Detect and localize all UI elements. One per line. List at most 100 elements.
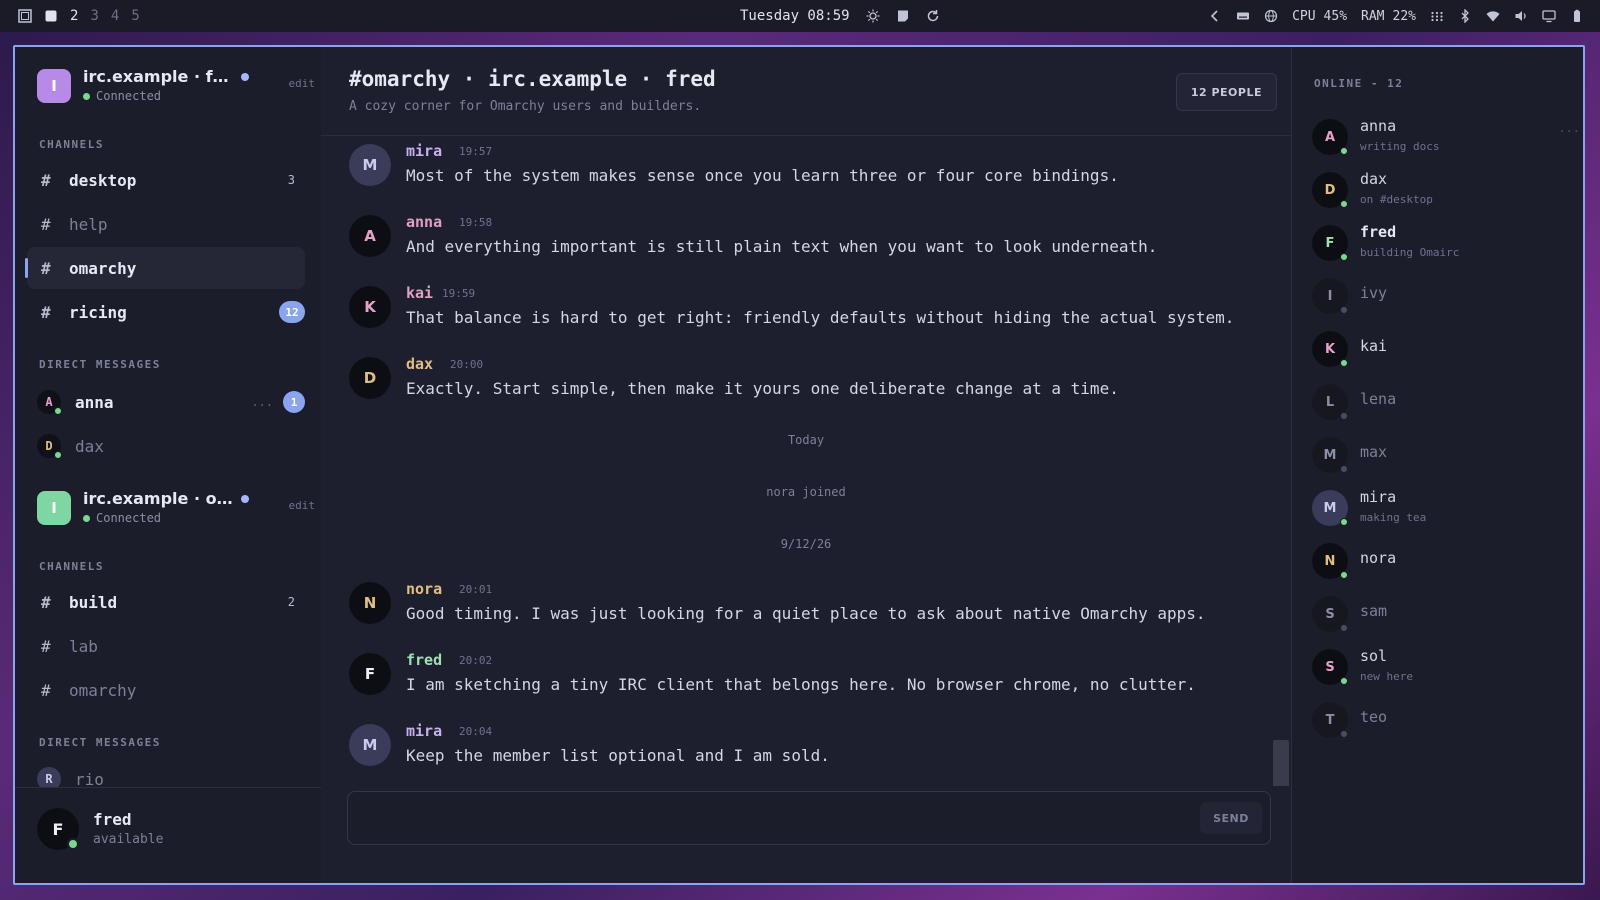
message-author[interactable]: dax (406, 355, 433, 373)
workspace-4[interactable]: 4 (111, 8, 119, 24)
server-name: irc.example · f… (83, 67, 229, 86)
workspace-2[interactable]: 2 (70, 8, 78, 24)
day-divider: Today (787, 433, 825, 447)
avatar[interactable]: M (349, 724, 391, 766)
avatar: M (1312, 490, 1348, 526)
avatar[interactable]: F (349, 653, 391, 695)
channel-ricing[interactable]: # ricing 12 (27, 291, 305, 333)
avatar: A (1312, 119, 1348, 155)
member-dax[interactable]: D dax on #desktop (1312, 168, 1562, 212)
bluetooth-icon[interactable] (1458, 9, 1472, 23)
server-unread-dot (241, 495, 249, 503)
message-author[interactable]: nora (406, 580, 442, 598)
wifi-icon[interactable] (1486, 9, 1500, 23)
member-kai[interactable]: K kai (1312, 327, 1562, 371)
current-user-name: fred (93, 810, 132, 829)
member-anna[interactable]: A anna writing docs ... (1312, 115, 1580, 159)
dm-name: dax (75, 436, 104, 456)
channel-name: omarchy (69, 258, 137, 278)
message-input[interactable] (362, 802, 1186, 834)
member-nora[interactable]: N nora (1312, 539, 1562, 583)
member-sam[interactable]: S sam (1312, 592, 1562, 636)
battery-icon[interactable] (1570, 9, 1584, 23)
avatar[interactable]: N (349, 582, 391, 624)
notes-icon[interactable] (896, 9, 910, 23)
message-author[interactable]: anna (406, 213, 442, 231)
app-menu-icon[interactable] (18, 9, 32, 23)
member-lena[interactable]: L lena (1312, 380, 1562, 424)
workspace-1-icon[interactable] (44, 9, 58, 23)
avatar[interactable]: M (349, 144, 391, 186)
channel-build[interactable]: # build 2 (27, 581, 305, 623)
server-sidebar: I irc.example · f… Connected edit CHANNE… (15, 47, 322, 883)
chevron-left-icon[interactable] (1208, 9, 1222, 23)
message-text: Most of the system makes sense once you … (406, 166, 1119, 185)
channel-desktop[interactable]: # desktop 3 (27, 159, 305, 201)
message-list[interactable]: M mira 19:57 Most of the system makes se… (321, 136, 1291, 786)
message-text: Exactly. Start simple, then make it your… (406, 379, 1119, 398)
scrollbar-thumb[interactable] (1273, 740, 1289, 786)
member-fred[interactable]: F fred building Omairc (1312, 221, 1562, 265)
avatar: S (1312, 596, 1348, 632)
volume-icon[interactable] (1514, 9, 1528, 23)
member-mira[interactable]: M mira making tea (1312, 486, 1562, 530)
clock[interactable]: Tuesday 08:59 (740, 8, 850, 24)
avatar[interactable]: K (349, 286, 391, 328)
keyboard-icon[interactable] (1236, 9, 1250, 23)
message-text: And everything important is still plain … (406, 237, 1158, 256)
dm-anna[interactable]: A anna ... 1 (37, 386, 305, 418)
more-icon[interactable]: ... (1558, 121, 1580, 135)
hash-icon: # (41, 258, 51, 278)
hash-icon: # (41, 170, 51, 190)
send-button[interactable]: SEND (1200, 802, 1262, 834)
workspace-3[interactable]: 3 (90, 8, 98, 24)
member-activity: on #desktop (1360, 193, 1433, 206)
brightness-icon[interactable] (866, 9, 880, 23)
member-max[interactable]: M max (1312, 433, 1562, 477)
channel-lab[interactable]: # lab (27, 625, 305, 667)
message-author[interactable]: fred (406, 651, 442, 669)
channel-topic: A cozy corner for Omarchy users and buil… (349, 99, 702, 114)
apps-grid-icon[interactable] (1430, 9, 1444, 23)
people-button[interactable]: 12 PEOPLE (1175, 73, 1277, 111)
direct-messages-heading: DIRECT MESSAGES (39, 736, 161, 749)
current-user-panel[interactable]: F fred available (15, 787, 321, 883)
avatar: S (1312, 649, 1348, 685)
workspace-5[interactable]: 5 (131, 8, 139, 24)
member-ivy[interactable]: I ivy (1312, 274, 1562, 318)
server-edit-link[interactable]: edit (289, 77, 316, 90)
server-header-2[interactable]: I irc.example · o… Connected edit (37, 485, 315, 529)
online-dot-icon (1340, 253, 1348, 261)
avatar: F (37, 808, 79, 850)
message-author[interactable]: mira (406, 722, 442, 740)
channel-help[interactable]: # help (27, 203, 305, 245)
avatar: F (1312, 225, 1348, 261)
member-name: sam (1360, 602, 1388, 620)
avatar[interactable]: D (349, 357, 391, 399)
avatar: T (1312, 702, 1348, 738)
online-dot-icon (54, 407, 62, 415)
globe-icon[interactable] (1264, 9, 1278, 23)
avatar[interactable]: A (349, 215, 391, 257)
message-author[interactable]: mira (406, 142, 442, 160)
server-edit-link[interactable]: edit (289, 499, 316, 512)
display-icon[interactable] (1542, 9, 1556, 23)
channel-omarchy-2[interactable]: # omarchy (27, 669, 305, 711)
refresh-icon[interactable] (926, 9, 940, 23)
channel-name: desktop (69, 170, 137, 190)
avatar: D (1312, 172, 1348, 208)
hash-icon: # (41, 680, 51, 700)
member-activity: new here (1360, 670, 1413, 683)
member-teo[interactable]: T teo (1312, 698, 1562, 742)
member-name: teo (1360, 708, 1388, 726)
unread-count: 2 (287, 595, 295, 609)
message-author[interactable]: kai (406, 284, 433, 302)
channel-name: omarchy (69, 680, 137, 700)
member-name: max (1360, 443, 1388, 461)
avatar: N (1312, 543, 1348, 579)
channel-omarchy[interactable]: # omarchy (25, 247, 305, 289)
connected-dot-icon (83, 515, 90, 522)
dm-dax[interactable]: D dax (37, 430, 305, 462)
server-header-1[interactable]: I irc.example · f… Connected edit (37, 63, 315, 107)
member-sol[interactable]: S sol new here (1312, 645, 1562, 689)
